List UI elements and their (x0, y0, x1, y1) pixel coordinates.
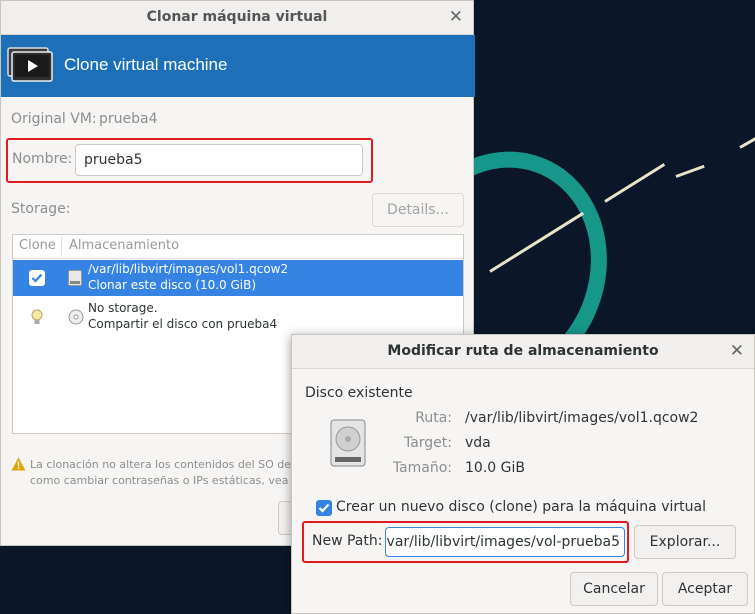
col-storage-header[interactable]: Almacenamiento (69, 238, 179, 253)
disk-icon (68, 270, 82, 286)
desktop-line-decoration (675, 164, 705, 178)
clone-dialog-title: Clonar máquina virtual (146, 9, 328, 25)
target-label: Target: (403, 435, 452, 451)
modify-dialog-titlebar: Modificar ruta de almacenamiento ✕ (292, 335, 754, 369)
storage-row-action: Compartir el disco con prueba4 (88, 317, 278, 331)
storage-row-path: /var/lib/libvirt/images/vol1.qcow2 (88, 262, 289, 276)
clone-dialog-titlebar: Clonar máquina virtual ✕ (1, 1, 473, 35)
original-vm-value: prueba4 (99, 111, 158, 127)
checkmark-icon (318, 503, 330, 513)
modify-dialog-title: Modificar ruta de almacenamiento (387, 343, 659, 359)
size-label: Tamaño: (392, 460, 452, 476)
path-label: Ruta: (415, 410, 452, 426)
checkmark-icon (31, 273, 43, 283)
cancel-button[interactable]: Cancelar (570, 572, 658, 606)
storage-label: Storage: (11, 201, 71, 217)
path-value: /var/lib/libvirt/images/vol1.qcow2 (465, 410, 699, 426)
modify-storage-path-dialog: Modificar ruta de almacenamiento ✕ Disco… (291, 334, 755, 614)
create-new-disk-label[interactable]: Crear un nuevo disco (clone) para la máq… (336, 499, 706, 515)
desktop-line-decoration (604, 163, 666, 203)
banner-title: Clone virtual machine (64, 55, 228, 74)
desktop-line-decoration (739, 136, 755, 149)
storage-row[interactable]: No storage. Compartir el disco con prueb… (13, 299, 463, 335)
storage-row-path: No storage. (88, 301, 158, 315)
col-clone-header[interactable]: Clone (19, 238, 56, 253)
storage-row-action: Clonar este disco (10.0 GiB) (88, 278, 257, 292)
warning-text-line2: como cambiar contraseñas o IPs estáticas… (30, 474, 302, 487)
original-vm-label: Original VM: (11, 111, 97, 127)
storage-row[interactable]: /var/lib/libvirt/images/vol1.qcow2 Clona… (13, 260, 463, 296)
storage-table-header: Clone Almacenamiento (13, 235, 463, 259)
new-path-value: 'var/lib/libvirt/images/vol-prueba5 (385, 534, 620, 550)
accept-button[interactable]: Aceptar (662, 572, 748, 606)
browse-button[interactable]: Explorar... (634, 525, 736, 559)
name-label: Nombre: (12, 151, 73, 167)
close-icon[interactable]: ✕ (730, 335, 744, 367)
target-value: vda (465, 435, 491, 451)
close-icon[interactable]: ✕ (449, 1, 463, 33)
new-path-label: New Path: (312, 533, 383, 549)
warning-icon (11, 457, 26, 471)
new-path-input[interactable]: 'var/lib/libvirt/images/vol-prueba5 (385, 527, 625, 557)
lightbulb-icon (31, 309, 43, 324)
size-value: 10.0 GiB (465, 460, 525, 476)
clone-banner: Clone virtual machine (1, 35, 475, 97)
cdrom-icon (68, 309, 84, 325)
create-new-disk-checkbox[interactable] (316, 500, 332, 516)
details-button[interactable]: Details... (372, 193, 464, 227)
clone-checkbox[interactable] (29, 270, 45, 286)
name-input[interactable]: prueba5 (75, 144, 363, 176)
virtual-machine-icon (7, 47, 53, 82)
existing-disk-heading: Disco existente (305, 385, 413, 401)
header-separator (61, 237, 62, 255)
warning-text-line1: La clonación no altera los contenidos de… (30, 458, 301, 471)
